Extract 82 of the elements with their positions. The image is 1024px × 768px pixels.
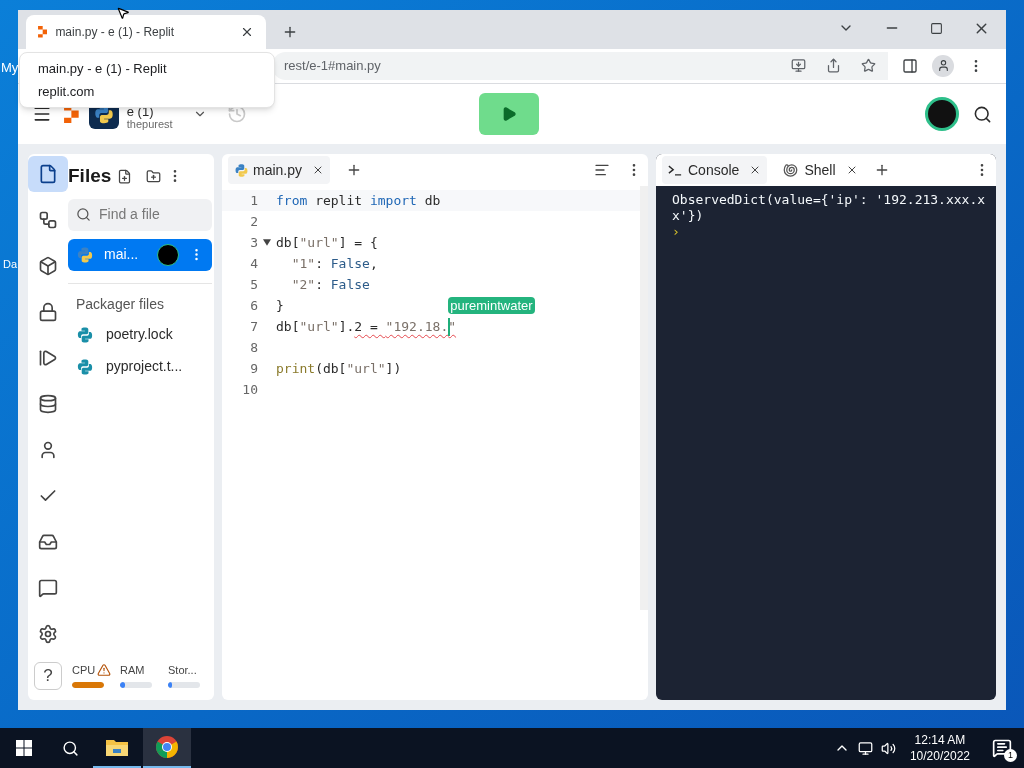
line-number: 7 bbox=[249, 317, 258, 336]
section-label: Packager files bbox=[76, 294, 165, 314]
new-file-icon[interactable] bbox=[117, 168, 133, 184]
install-icon[interactable] bbox=[791, 58, 806, 74]
logo-icon bbox=[38, 26, 48, 38]
python-icon bbox=[76, 245, 94, 264]
code-line: "2": False bbox=[290, 275, 370, 294]
share-icon[interactable] bbox=[826, 58, 841, 74]
file-item[interactable]: poetry.lock bbox=[68, 322, 212, 347]
star-icon[interactable] bbox=[861, 58, 876, 74]
windows-logo-icon[interactable] bbox=[16, 740, 32, 756]
line-number: 9 bbox=[249, 359, 258, 378]
line-number: 1 bbox=[249, 191, 258, 210]
tooltip-subtitle: replit.com bbox=[38, 83, 96, 101]
address-text: rest/e-1#main.py bbox=[284, 57, 382, 76]
line-number: 8 bbox=[249, 338, 258, 357]
search-field[interactable]: Find a file bbox=[68, 198, 212, 231]
python-icon bbox=[234, 162, 249, 178]
search-input[interactable]: Find a file bbox=[99, 204, 189, 225]
panel-title: Files bbox=[68, 164, 112, 188]
fold-arrow-icon[interactable] bbox=[263, 239, 271, 246]
line-number: 4 bbox=[249, 254, 258, 273]
clock-time[interactable]: 12:14 AM bbox=[914, 732, 966, 748]
help-button[interactable]: ? bbox=[34, 662, 62, 690]
run-button[interactable] bbox=[478, 93, 539, 135]
code-line: "1": False, bbox=[290, 254, 378, 273]
shell-icon bbox=[783, 162, 799, 178]
resource-label: CPU bbox=[72, 662, 96, 678]
code-line: from replit import db bbox=[276, 191, 441, 210]
text-cursor bbox=[448, 317, 451, 336]
collaborator-label: puremintwater bbox=[448, 296, 535, 314]
notification-count: 1 bbox=[1004, 749, 1017, 762]
line-number: 3 bbox=[249, 233, 258, 252]
console-output: ObservedDict(value={'ip': '192.213.xxx.xx'}) bbox=[672, 192, 987, 224]
side-panel-icon[interactable] bbox=[902, 57, 918, 74]
browser-tab[interactable]: main.py - e (1) - Replit bbox=[26, 14, 266, 49]
notifications-icon[interactable] bbox=[992, 738, 1012, 758]
volume-icon[interactable] bbox=[880, 740, 896, 756]
file-icon[interactable] bbox=[28, 156, 68, 192]
python-icon bbox=[76, 357, 94, 376]
search-icon[interactable] bbox=[62, 739, 79, 757]
terminal-prompt-icon bbox=[668, 164, 682, 176]
network-icon[interactable] bbox=[857, 740, 873, 756]
profile-icon[interactable] bbox=[932, 54, 954, 77]
avatar[interactable] bbox=[925, 97, 959, 131]
collaborator-avatar bbox=[157, 243, 179, 266]
file-name: poetry.lock bbox=[106, 325, 173, 344]
tab-title: main.py - e (1) - Replit bbox=[55, 23, 176, 41]
line-number: 6 bbox=[249, 296, 258, 315]
python-icon bbox=[76, 325, 94, 344]
file-name: mai... bbox=[104, 245, 140, 264]
maximize-icon[interactable] bbox=[930, 21, 943, 35]
resource-label: RAM bbox=[120, 662, 145, 678]
tab-label: Shell bbox=[804, 160, 836, 180]
console-prompt: › bbox=[672, 224, 680, 240]
line-number: 5 bbox=[249, 275, 258, 294]
format-icon[interactable] bbox=[594, 162, 610, 178]
file-item[interactable]: mai... bbox=[68, 238, 212, 271]
tab-label: Console bbox=[688, 160, 740, 180]
chrome-app-icon[interactable] bbox=[143, 728, 191, 768]
console-tab[interactable]: Shell bbox=[777, 156, 864, 184]
file-item[interactable]: pyproject.t... bbox=[68, 354, 212, 379]
new-folder-icon[interactable] bbox=[146, 168, 162, 184]
tooltip-title: main.py - e (1) - Replit bbox=[38, 59, 168, 78]
desktop-icon-label[interactable]: Da bbox=[3, 256, 18, 273]
clock-date[interactable]: 10/20/2022 bbox=[909, 748, 970, 764]
tab-label: main.py bbox=[253, 160, 303, 180]
mouse-pointer-icon bbox=[116, 6, 130, 20]
resource-label: Stor... bbox=[168, 662, 197, 678]
desktop-icon-label[interactable]: My bbox=[1, 58, 19, 78]
line-number: 2 bbox=[249, 212, 258, 231]
address-bar[interactable]: rest/e-1#main.py bbox=[272, 51, 888, 80]
file-name: pyproject.t... bbox=[106, 357, 183, 376]
console-tab[interactable]: Console bbox=[662, 156, 768, 184]
line-number: 10 bbox=[241, 380, 258, 399]
code-line: print(db["url"]) bbox=[276, 359, 402, 378]
search-icon bbox=[76, 207, 91, 222]
code-line: db["url"] = { bbox=[276, 233, 378, 252]
project-owner: thepurest bbox=[126, 118, 173, 131]
editor-tab[interactable]: main.py bbox=[228, 156, 331, 184]
search-icon[interactable] bbox=[973, 104, 992, 124]
code-line: } bbox=[276, 296, 284, 315]
